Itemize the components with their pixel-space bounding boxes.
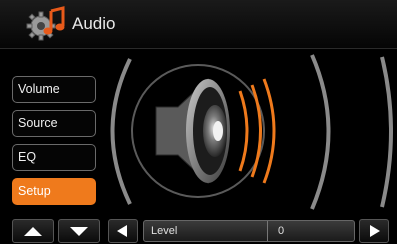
scroll-down-button[interactable] <box>58 219 100 243</box>
gear-music-note-icon <box>26 6 65 41</box>
audio-screen: Audio Volume Source EQ Setup Level 0 <box>0 0 397 244</box>
triangle-up-icon <box>24 227 42 236</box>
page-title: Audio <box>72 14 116 33</box>
menu-item-volume[interactable]: Volume <box>12 76 96 103</box>
level-divider <box>267 221 268 241</box>
scroll-up-button[interactable] <box>12 219 54 243</box>
menu-item-setup[interactable]: Setup <box>12 178 96 205</box>
level-decrease-button[interactable] <box>108 219 138 243</box>
level-label: Level <box>151 225 178 237</box>
level-increase-button[interactable] <box>359 219 389 243</box>
menu-item-eq[interactable]: EQ <box>12 144 96 171</box>
speaker-illustration <box>110 54 393 210</box>
triangle-right-icon <box>370 225 380 237</box>
level-control: Level 0 <box>143 220 355 242</box>
header-bar: Audio <box>0 0 397 49</box>
triangle-left-icon <box>117 225 127 237</box>
level-value: 0 <box>278 225 285 237</box>
triangle-down-icon <box>70 227 88 236</box>
menu-item-source[interactable]: Source <box>12 110 96 137</box>
